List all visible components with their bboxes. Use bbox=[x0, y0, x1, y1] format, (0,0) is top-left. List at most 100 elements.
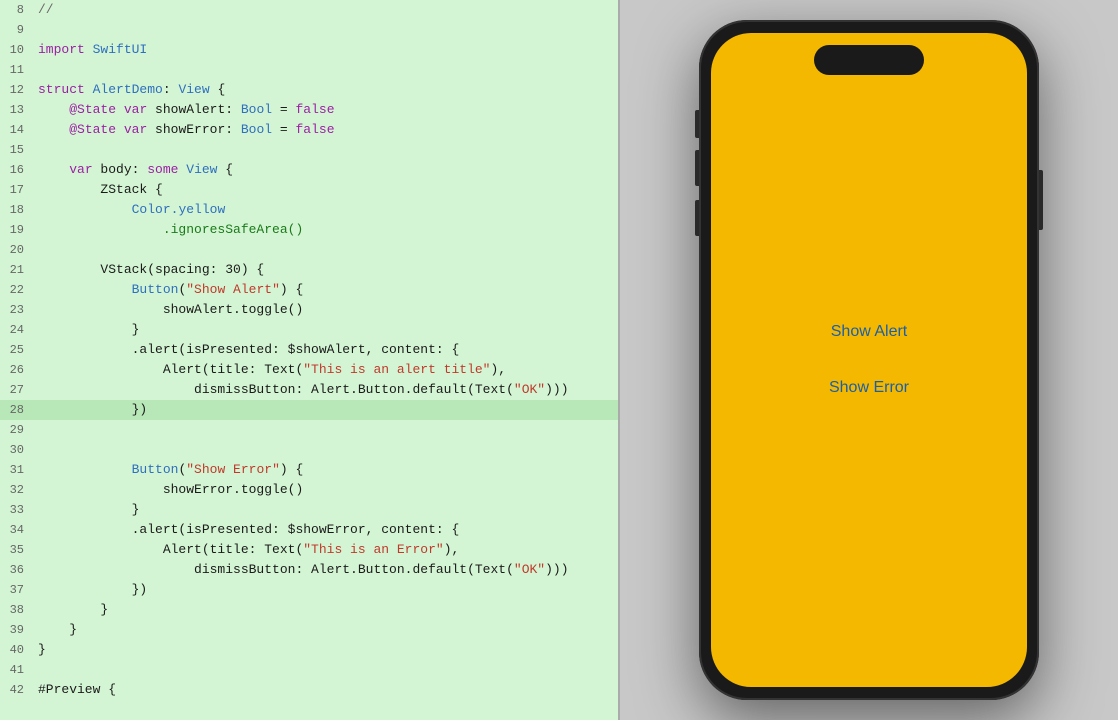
line-number: 27 bbox=[0, 380, 32, 400]
line-number: 33 bbox=[0, 500, 32, 520]
code-line-35: 35 Alert(title: Text("This is an Error")… bbox=[0, 540, 618, 560]
line-number: 11 bbox=[0, 60, 32, 80]
line-number: 19 bbox=[0, 220, 32, 240]
line-number: 14 bbox=[0, 120, 32, 140]
volume-up-button bbox=[695, 150, 699, 186]
line-number: 28 bbox=[0, 400, 32, 420]
line-number: 16 bbox=[0, 160, 32, 180]
line-content: } bbox=[32, 600, 618, 620]
phone-content: Show Alert Show Error bbox=[821, 319, 917, 401]
code-line-12: 12struct AlertDemo: View { bbox=[0, 80, 618, 100]
line-number: 26 bbox=[0, 360, 32, 380]
volume-down-button bbox=[695, 200, 699, 236]
code-line-29: 29 bbox=[0, 420, 618, 440]
line-content: dismissButton: Alert.Button.default(Text… bbox=[32, 560, 618, 580]
line-number: 20 bbox=[0, 240, 32, 260]
line-number: 17 bbox=[0, 180, 32, 200]
line-content: // bbox=[32, 0, 618, 20]
code-line-40: 40} bbox=[0, 640, 618, 660]
line-number: 12 bbox=[0, 80, 32, 100]
code-line-34: 34 .alert(isPresented: $showError, conte… bbox=[0, 520, 618, 540]
line-content: #Preview { bbox=[32, 680, 618, 700]
code-line-39: 39 } bbox=[0, 620, 618, 640]
line-content: import SwiftUI bbox=[32, 40, 618, 60]
line-content: Button("Show Error") { bbox=[32, 460, 618, 480]
line-number: 24 bbox=[0, 320, 32, 340]
code-line-20: 20 bbox=[0, 240, 618, 260]
line-content: ZStack { bbox=[32, 180, 618, 200]
line-number: 18 bbox=[0, 200, 32, 220]
line-content: var body: some View { bbox=[32, 160, 618, 180]
line-number: 35 bbox=[0, 540, 32, 560]
line-number: 25 bbox=[0, 340, 32, 360]
code-line-41: 41 bbox=[0, 660, 618, 680]
code-line-42: 42#Preview { bbox=[0, 680, 618, 700]
line-number: 38 bbox=[0, 600, 32, 620]
show-error-button[interactable]: Show Error bbox=[821, 375, 917, 401]
line-content: dismissButton: Alert.Button.default(Text… bbox=[32, 380, 618, 400]
code-line-11: 11 bbox=[0, 60, 618, 80]
code-line-30: 30 bbox=[0, 440, 618, 460]
mute-button bbox=[695, 110, 699, 138]
code-line-14: 14 @State var showError: Bool = false bbox=[0, 120, 618, 140]
line-content: Button("Show Alert") { bbox=[32, 280, 618, 300]
line-number: 37 bbox=[0, 580, 32, 600]
code-line-13: 13 @State var showAlert: Bool = false bbox=[0, 100, 618, 120]
code-line-26: 26 Alert(title: Text("This is an alert t… bbox=[0, 360, 618, 380]
line-content: @State var showError: Bool = false bbox=[32, 120, 618, 140]
line-content: } bbox=[32, 620, 618, 640]
line-number: 32 bbox=[0, 480, 32, 500]
line-number: 41 bbox=[0, 660, 32, 680]
line-content: struct AlertDemo: View { bbox=[32, 80, 618, 100]
power-button bbox=[1039, 170, 1043, 230]
code-editor[interactable]: 8//910import SwiftUI1112struct AlertDemo… bbox=[0, 0, 620, 720]
code-line-36: 36 dismissButton: Alert.Button.default(T… bbox=[0, 560, 618, 580]
line-content: Color.yellow bbox=[32, 200, 618, 220]
code-line-25: 25 .alert(isPresented: $showAlert, conte… bbox=[0, 340, 618, 360]
line-number: 31 bbox=[0, 460, 32, 480]
line-content: .alert(isPresented: $showError, content:… bbox=[32, 520, 618, 540]
code-line-31: 31 Button("Show Error") { bbox=[0, 460, 618, 480]
line-number: 23 bbox=[0, 300, 32, 320]
code-line-27: 27 dismissButton: Alert.Button.default(T… bbox=[0, 380, 618, 400]
code-line-16: 16 var body: some View { bbox=[0, 160, 618, 180]
code-line-21: 21 VStack(spacing: 30) { bbox=[0, 260, 618, 280]
line-number: 22 bbox=[0, 280, 32, 300]
line-number: 29 bbox=[0, 420, 32, 440]
line-number: 9 bbox=[0, 20, 32, 40]
code-line-37: 37 }) bbox=[0, 580, 618, 600]
line-number: 39 bbox=[0, 620, 32, 640]
line-content: .ignoresSafeArea() bbox=[32, 220, 618, 240]
code-line-9: 9 bbox=[0, 20, 618, 40]
code-line-18: 18 Color.yellow bbox=[0, 200, 618, 220]
code-line-32: 32 showError.toggle() bbox=[0, 480, 618, 500]
line-content: Alert(title: Text("This is an alert titl… bbox=[32, 360, 618, 380]
line-content: } bbox=[32, 640, 618, 660]
line-content: @State var showAlert: Bool = false bbox=[32, 100, 618, 120]
code-line-15: 15 bbox=[0, 140, 618, 160]
line-content: }) bbox=[32, 580, 618, 600]
code-line-28: 28 }) bbox=[0, 400, 618, 420]
code-line-17: 17 ZStack { bbox=[0, 180, 618, 200]
line-number: 40 bbox=[0, 640, 32, 660]
line-content: showError.toggle() bbox=[32, 480, 618, 500]
show-alert-button[interactable]: Show Alert bbox=[823, 319, 915, 345]
line-content: }) bbox=[32, 400, 618, 420]
line-number: 36 bbox=[0, 560, 32, 580]
line-number: 30 bbox=[0, 440, 32, 460]
line-number: 34 bbox=[0, 520, 32, 540]
code-line-19: 19 .ignoresSafeArea() bbox=[0, 220, 618, 240]
line-content: Alert(title: Text("This is an Error"), bbox=[32, 540, 618, 560]
code-line-38: 38 } bbox=[0, 600, 618, 620]
code-line-22: 22 Button("Show Alert") { bbox=[0, 280, 618, 300]
dynamic-island bbox=[814, 45, 924, 75]
phone-mockup: Show Alert Show Error bbox=[699, 20, 1039, 700]
line-number: 8 bbox=[0, 0, 32, 20]
line-content: } bbox=[32, 320, 618, 340]
line-number: 42 bbox=[0, 680, 32, 700]
line-content: } bbox=[32, 500, 618, 520]
line-number: 15 bbox=[0, 140, 32, 160]
code-line-33: 33 } bbox=[0, 500, 618, 520]
code-line-10: 10import SwiftUI bbox=[0, 40, 618, 60]
line-content: VStack(spacing: 30) { bbox=[32, 260, 618, 280]
